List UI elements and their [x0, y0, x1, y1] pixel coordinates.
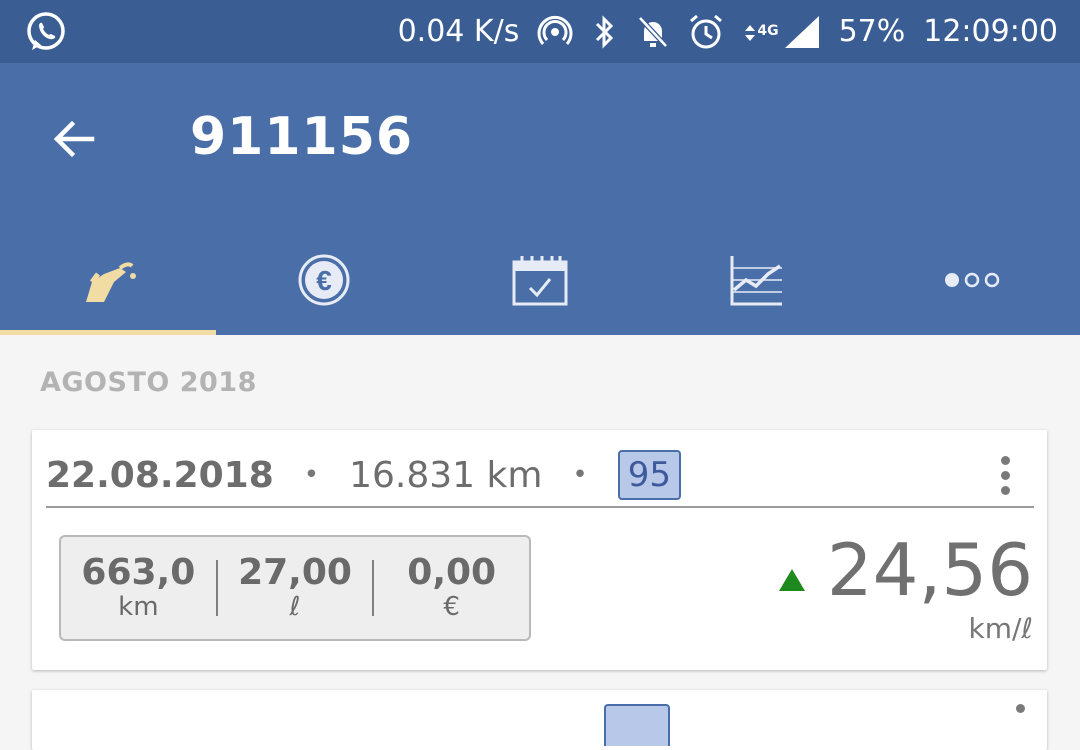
- svg-text:€: €: [316, 265, 332, 296]
- stat-unit: ℓ: [289, 592, 301, 622]
- more-dots-icon: [942, 270, 1002, 294]
- separator-dot: •: [572, 460, 588, 490]
- more-vert-icon[interactable]: [990, 444, 1020, 506]
- stat-cost: 0,00 €: [374, 552, 529, 623]
- trend-up-icon: [778, 569, 805, 591]
- status-icons: 0.04 K/s 4G 57% 12:09:00: [398, 0, 1058, 63]
- entry-stats: 663,0 km 27,00 ℓ 0,00 €: [59, 535, 531, 641]
- line-chart-icon: [726, 252, 786, 312]
- consumption-value: 24,56: [826, 528, 1033, 612]
- refuel-entry-card[interactable]: 22.08.2018 • 16.831 km • 95 663,0 km 27,…: [32, 430, 1047, 670]
- bluetooth-icon: [591, 14, 619, 50]
- back-arrow-icon[interactable]: [48, 113, 100, 165]
- entry-header: 22.08.2018 • 16.831 km • 95: [46, 444, 1034, 508]
- bell-off-icon: [637, 14, 669, 50]
- euro-icon: €: [296, 252, 352, 312]
- alarm-icon: [687, 13, 725, 51]
- tab-costs[interactable]: €: [216, 228, 432, 335]
- stat-value: 663,0: [81, 552, 196, 593]
- consumption-result: 24,56 km/ℓ: [778, 528, 1034, 645]
- stat-value: 27,00: [238, 552, 352, 593]
- fuel-type-badge: [604, 704, 670, 746]
- status-bar: 0.04 K/s 4G 57% 12:09:00: [0, 0, 1080, 63]
- separator-dot: •: [303, 460, 320, 490]
- fuel-pump-icon: [78, 252, 138, 312]
- hotspot-icon: [537, 14, 573, 50]
- app-bar: 911156 €: [0, 63, 1080, 335]
- stat-volume: 27,00 ℓ: [218, 552, 373, 623]
- network-type: 4G: [757, 22, 779, 39]
- refuel-entry-card[interactable]: [32, 690, 1047, 750]
- battery-percent: 57%: [838, 14, 906, 49]
- calendar-check-icon: [510, 252, 570, 312]
- net-speed: 0.04 K/s: [397, 14, 520, 49]
- fuel-type-badge: 95: [617, 450, 682, 500]
- stat-unit: km: [118, 592, 159, 622]
- content-area: AGOSTO 2018 22.08.2018 • 16.831 km • 95 …: [0, 335, 1080, 750]
- consumption-unit: km/ℓ: [968, 612, 1034, 645]
- tab-statistics[interactable]: [648, 228, 864, 335]
- section-header: AGOSTO 2018: [40, 367, 257, 398]
- tab-bar: €: [0, 228, 1080, 335]
- stat-value: 0,00: [407, 552, 497, 593]
- tab-fuel[interactable]: [0, 228, 216, 335]
- whatsapp-icon: [24, 10, 68, 54]
- data-arrows-icon: 4G: [743, 17, 779, 47]
- entry-date: 22.08.2018: [46, 454, 274, 496]
- tab-calendar[interactable]: [432, 228, 648, 335]
- clock: 12:09:00: [923, 14, 1058, 49]
- stat-distance: 663,0 km: [61, 552, 216, 623]
- page-title: 911156: [190, 107, 414, 167]
- more-vert-icon[interactable]: [1016, 704, 1025, 713]
- entry-odometer: 16.831 km: [349, 454, 543, 496]
- stat-unit: €: [443, 592, 460, 622]
- tab-more[interactable]: [864, 228, 1080, 335]
- signal-icon: [783, 14, 821, 50]
